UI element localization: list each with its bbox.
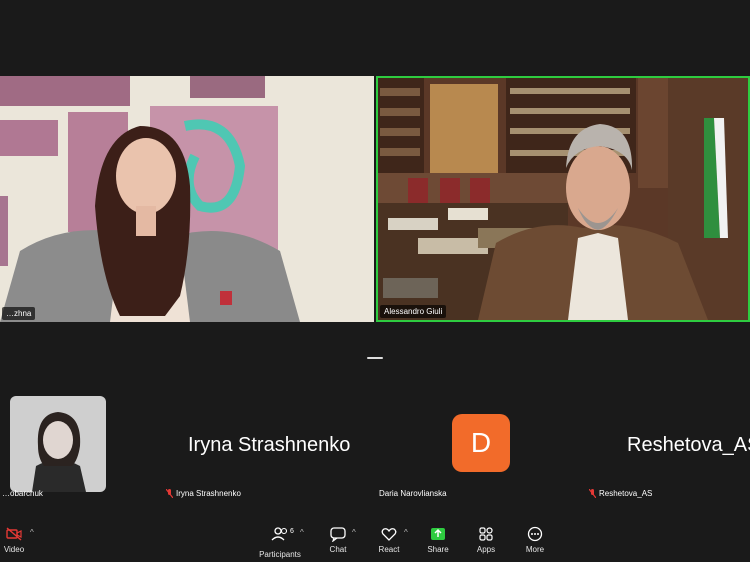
participants-count: 6 <box>290 528 294 535</box>
react-label: React <box>378 545 400 554</box>
chat-button[interactable]: Chat <box>310 526 366 554</box>
video-label: Video <box>3 545 25 554</box>
react-button[interactable]: React <box>361 526 417 554</box>
mic-muted-icon <box>589 489 596 498</box>
participant-thumb[interactable]: …obarchuk <box>0 384 160 502</box>
heart-icon <box>381 528 397 541</box>
participant-name-tag: …zhna <box>2 307 36 320</box>
more-button[interactable]: More <box>507 526 563 554</box>
participant-avatar: D <box>452 414 510 472</box>
participant-label: Daria Narovlianska <box>379 489 447 498</box>
participant-display-name: Reshetova_AS <box>627 434 750 456</box>
participants-label: Participants <box>259 550 301 559</box>
participant-video-left[interactable]: …zhna <box>0 76 374 322</box>
apps-button[interactable]: Apps <box>458 526 514 554</box>
more-label: More <box>525 545 545 554</box>
video-feed-right <box>378 78 748 320</box>
participant-video-active-speaker[interactable]: Alessandro Giuli <box>376 76 750 322</box>
participant-thumb[interactable]: Iryna Strashnenko Iryna Strashnenko <box>160 384 375 502</box>
video-stage: …zhna Alessandro Giuli <box>0 76 750 322</box>
participants-icon <box>271 527 288 541</box>
react-options-chevron-icon[interactable]: ^ <box>404 528 408 537</box>
mic-muted-icon <box>166 489 173 498</box>
apps-icon <box>479 527 493 541</box>
meeting-toolbar: Video ^ 6 Participants ^ Chat ^ React ^ … <box>0 520 750 562</box>
chat-options-chevron-icon[interactable]: ^ <box>352 528 356 537</box>
apps-label: Apps <box>476 545 496 554</box>
participant-name-tag: Alessandro Giuli <box>380 305 447 318</box>
resize-handle[interactable] <box>367 357 383 359</box>
participant-thumb[interactable]: Reshetova_AS Reshetova_AS <box>585 384 750 502</box>
participant-label: …obarchuk <box>2 489 43 498</box>
video-options-chevron-icon[interactable]: ^ <box>30 528 34 537</box>
more-icon <box>527 526 543 542</box>
video-feed-left <box>0 76 374 322</box>
chat-label: Chat <box>329 545 347 554</box>
top-bar <box>0 0 750 76</box>
participant-label: Reshetova_AS <box>589 489 652 498</box>
participant-video-thumb <box>10 396 106 492</box>
participant-strip: …obarchuk Iryna Strashnenko Iryna Strash… <box>0 384 750 502</box>
participant-display-name: Iryna Strashnenko <box>188 434 351 456</box>
chat-icon <box>330 527 346 542</box>
video-off-icon <box>6 527 22 541</box>
video-button[interactable]: Video <box>0 526 42 554</box>
participant-label: Iryna Strashnenko <box>166 489 241 498</box>
share-screen-icon <box>431 528 445 540</box>
participants-options-chevron-icon[interactable]: ^ <box>300 528 304 537</box>
